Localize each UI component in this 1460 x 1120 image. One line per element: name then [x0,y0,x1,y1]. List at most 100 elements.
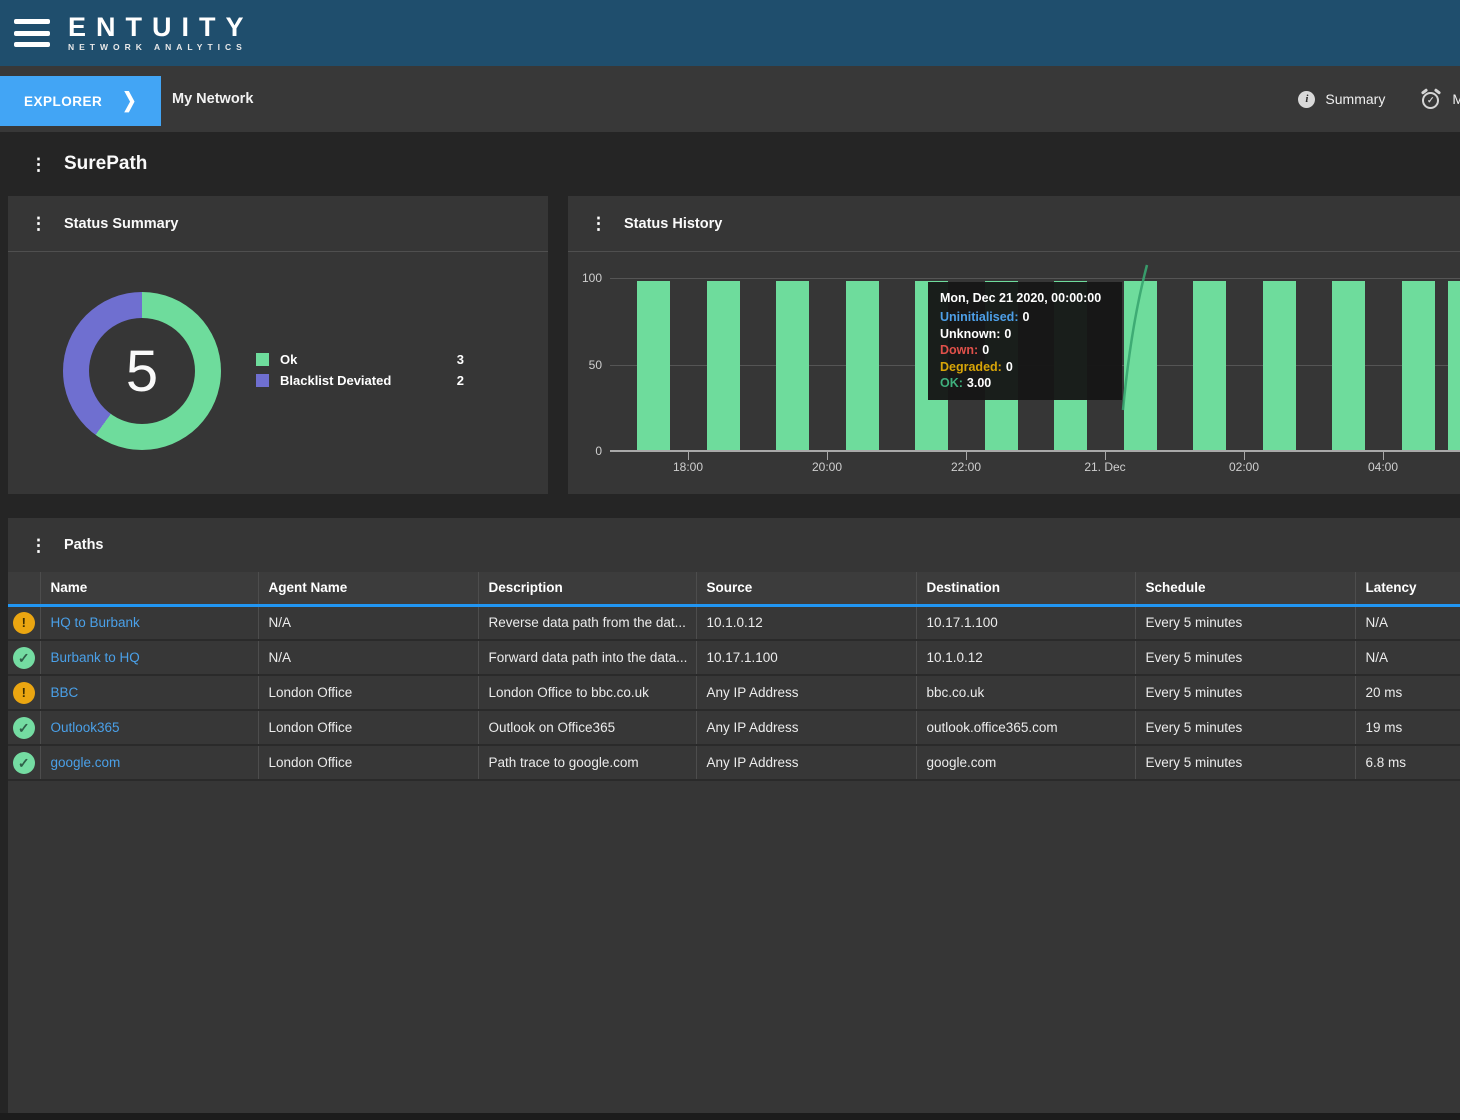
legend-value: 2 [457,373,464,388]
brand-logo: ENTUITY NETWORK ANALYTICS [68,14,254,52]
hamburger-menu-icon[interactable] [14,19,50,47]
x-axis-label-0200: 02:00 [1229,460,1259,474]
history-bar[interactable] [1124,281,1157,450]
path-name-link[interactable]: Outlook365 [51,720,120,735]
chevron-right-icon: ❯ [122,89,136,113]
history-bar[interactable] [637,281,670,450]
table-row: !BBCLondon OfficeLondon Office to bbc.co… [8,675,1460,710]
status-ok-icon: ✓ [13,717,35,739]
legend-swatch [256,374,269,387]
status-summary-kebab-icon[interactable]: ⋮ [30,215,44,232]
status-warning-icon: ! [13,682,35,704]
status-donut-chart[interactable]: 5 [63,292,221,450]
info-icon: i [1298,91,1315,108]
agent-name-cell: London Office [258,745,478,780]
page-title-band: ⋮ SurePath [0,132,1460,196]
y-axis-tick-50: 50 [589,358,602,372]
name-cell: BBC [40,675,258,710]
status-ok-icon: ✓ [13,647,35,669]
tooltip-row: Down: 0 [940,342,1110,359]
path-name-link[interactable]: Burbank to HQ [51,650,140,665]
destination-cell: google.com [916,745,1135,780]
status-warning-icon: ! [13,612,35,634]
latency-cell: 20 ms [1355,675,1460,710]
legend-item[interactable]: Ok3 [256,349,464,370]
path-name-link[interactable]: BBC [51,685,79,700]
schedule-cell: Every 5 minutes [1135,745,1355,780]
monitor-menu-item[interactable]: ✓ M [1421,89,1460,110]
tooltip-row-value: 0 [1004,327,1011,341]
tooltip-row-label: Uninitialised: [940,310,1018,324]
breadcrumb[interactable]: My Network [172,66,253,132]
x-axis-tick-mark [688,452,689,460]
history-bar[interactable] [1402,281,1435,450]
description-column-header[interactable]: Description [478,572,696,605]
history-bar-partial[interactable] [1448,281,1460,450]
brand-subtitle: NETWORK ANALYTICS [68,42,254,52]
tooltip-row-label: Unknown: [940,327,1000,341]
tooltip-row-label: OK: [940,376,963,390]
path-name-link[interactable]: HQ to Burbank [51,615,140,630]
destination-cell: 10.1.0.12 [916,640,1135,675]
tooltip-row: Degraded:0 [940,359,1110,376]
status-summary-header: ⋮ Status Summary [8,196,548,252]
description-cell: Outlook on Office365 [478,710,696,745]
y-axis-tick-0: 0 [595,444,602,458]
destination-cell: outlook.office365.com [916,710,1135,745]
agent-name-column-header[interactable]: Agent Name [258,572,478,605]
history-bar[interactable] [1263,281,1296,450]
history-bar[interactable] [1193,281,1226,450]
destination-column-header[interactable]: Destination [916,572,1135,605]
history-bar[interactable] [1332,281,1365,450]
table-row: ✓Burbank to HQN/AForward data path into … [8,640,1460,675]
name-column-header[interactable]: Name [40,572,258,605]
x-axis-tick-mark [1244,452,1245,460]
alarm-check-icon: ✓ [1421,89,1442,110]
path-name-link[interactable]: google.com [51,755,121,770]
latency-cell: N/A [1355,605,1460,640]
monitor-label: M [1452,91,1460,107]
history-bar[interactable] [846,281,879,450]
tooltip-row: OK: 3.00 [940,375,1110,392]
paths-header: ⋮ Paths [8,518,1460,572]
summary-menu-item[interactable]: i Summary [1298,91,1385,108]
x-axis-label-2200: 22:00 [951,460,981,474]
history-bar[interactable] [776,281,809,450]
schedule-cell: Every 5 minutes [1135,605,1355,640]
status-column-header [8,572,40,605]
status-cell: ✓ [8,710,40,745]
donut-total-count: 5 [126,338,158,405]
status-ok-icon: ✓ [13,752,35,774]
agent-name-cell: London Office [258,710,478,745]
tooltip-title: Mon, Dec 21 2020, 00:00:00 [940,291,1110,305]
schedule-cell: Every 5 minutes [1135,710,1355,745]
gridline-100 [610,278,1460,279]
legend-value: 3 [457,352,464,367]
history-bar[interactable] [707,281,740,450]
latency-column-header[interactable]: Latency [1355,572,1460,605]
tooltip-row-value: 0 [982,343,989,357]
paths-table: Name Agent Name Description Source Desti… [8,572,1460,781]
paths-title: Paths [64,537,104,553]
tooltip-row-label: Down: [940,343,978,357]
page-kebab-menu-icon[interactable]: ⋮ [30,156,44,173]
status-summary-title: Status Summary [64,216,178,232]
status-history-kebab-icon[interactable]: ⋮ [590,215,604,232]
destination-cell: bbc.co.uk [916,675,1135,710]
explorer-button[interactable]: EXPLORER ❯ [0,76,161,126]
source-cell: Any IP Address [696,675,916,710]
source-cell: 10.17.1.100 [696,640,916,675]
legend-item[interactable]: Blacklist Deviated2 [256,370,464,391]
latency-cell: 6.8 ms [1355,745,1460,780]
page-footer-strip [0,1113,1460,1120]
tooltip-row-value: 0 [1022,310,1029,324]
x-axis-tick-mark [1383,452,1384,460]
dashboard-panels-row: ⋮ Status Summary 5 Ok3Blacklist Deviated… [0,196,1460,494]
x-axis-line [610,450,1460,452]
source-column-header[interactable]: Source [696,572,916,605]
name-cell: Outlook365 [40,710,258,745]
table-row: !HQ to BurbankN/AReverse data path from … [8,605,1460,640]
schedule-column-header[interactable]: Schedule [1135,572,1355,605]
paths-kebab-icon[interactable]: ⋮ [30,537,44,554]
tooltip-row-value: 3.00 [967,376,991,390]
